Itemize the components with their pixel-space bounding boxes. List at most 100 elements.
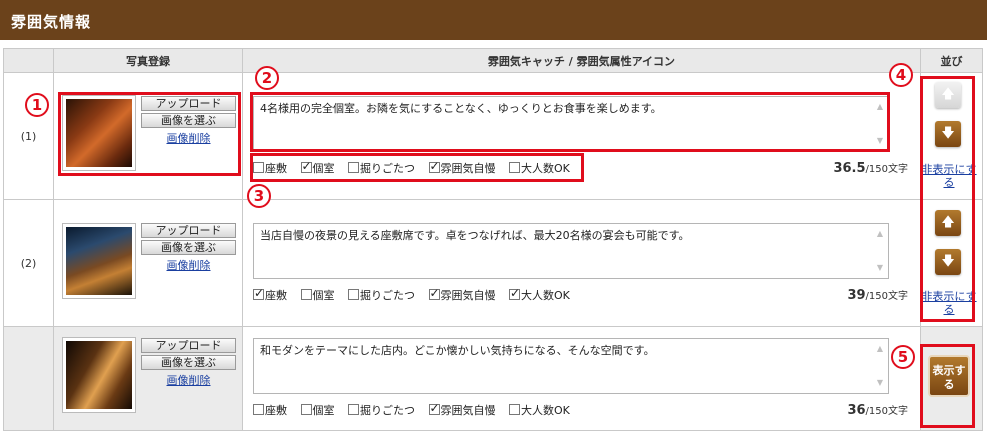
checkbox-box [428, 286, 440, 300]
column-header-catch: 雰囲気キャッチ / 雰囲気属性アイコン [242, 48, 921, 73]
photo-actions: アップロード 画像を選ぶ 画像削除 [141, 96, 236, 146]
checkbox-horigotatsu[interactable]: 掘りごたつ [348, 287, 415, 303]
checkbox-dai-ninzu[interactable]: 大人数OK [509, 286, 570, 303]
japanese-modern-interior-photo [66, 341, 132, 409]
show-button[interactable]: 表示する [928, 355, 970, 397]
order-cell: 表示する [920, 326, 983, 431]
checkbox-fun-iki-jiman[interactable]: 雰囲気自慢 [428, 286, 496, 303]
textarea-scrollbar[interactable]: ▲ ▼ [873, 225, 887, 277]
upload-button[interactable]: アップロード [141, 96, 236, 111]
checkbox-koshitsu[interactable]: 個室 [300, 402, 335, 418]
checkbox-box [253, 162, 264, 173]
scroll-down-icon: ▼ [876, 136, 884, 145]
move-up-button[interactable]: 🡅 [935, 210, 961, 236]
textarea-scrollbar[interactable]: ▲ ▼ [873, 98, 887, 150]
catch-textarea[interactable]: 4名様用の完全個室。お隣を気にすることなく、ゆっくりとお食事を楽しめます。 ▲ ▼ [253, 96, 889, 152]
char-count: 36/150文字 [847, 403, 908, 418]
checkbox-box [253, 404, 264, 415]
column-header-photo: 写真登録 [53, 48, 243, 73]
checkbox-box [300, 289, 312, 300]
annotation-badge: 1 [25, 93, 49, 117]
table-header-row: 写真登録 雰囲気キャッチ / 雰囲気属性アイコン 並び [3, 48, 983, 73]
photo-cell: アップロード 画像を選ぶ 画像削除 [53, 326, 243, 431]
order-cell: 🡅 🡇 非表示にする [920, 72, 983, 200]
hide-link[interactable]: 非表示にする [921, 290, 977, 316]
arrow-up-icon: 🡅 [941, 215, 955, 230]
scroll-down-icon: ▼ [876, 263, 884, 272]
move-down-button[interactable]: 🡇 [935, 249, 961, 275]
scroll-up-icon: ▲ [876, 102, 884, 111]
checkbox-zashiki[interactable]: 座敷 [253, 160, 287, 176]
table-row: (2) アップロード 画像を選ぶ 画像削除 当店自慢の夜景の見える座敷席です。卓… [3, 199, 983, 327]
catch-text: 4名様用の完全個室。お隣を気にすることなく、ゆっくりとお食事を楽しめます。 [260, 102, 662, 115]
checkbox-fun-iki-jiman[interactable]: 雰囲気自慢 [428, 159, 496, 176]
choose-image-button[interactable]: 画像を選ぶ [141, 113, 236, 128]
catch-cell: 当店自慢の夜景の見える座敷席です。卓をつなげれば、最大20名様の宴会も可能です。… [242, 199, 921, 327]
photo-actions: アップロード 画像を選ぶ 画像削除 [141, 223, 236, 273]
checkbox-box [509, 404, 520, 415]
checkbox-horigotatsu[interactable]: 掘りごたつ [348, 160, 415, 176]
section-header: 雰囲気情報 [0, 0, 987, 40]
checkbox-box [509, 286, 520, 300]
catch-cell: 4名様用の完全個室。お隣を気にすることなく、ゆっくりとお食事を楽しめます。 ▲ ▼… [242, 72, 921, 200]
checkbox-box [348, 162, 359, 173]
catch-cell: 和モダンをテーマにした店内。どこか懐かしい気持ちになる、そんな空間です。 ▲ ▼ … [242, 326, 921, 431]
row-number [3, 326, 54, 431]
checkbox-box [348, 404, 359, 415]
column-header-number [3, 48, 54, 73]
scroll-down-icon: ▼ [876, 378, 884, 387]
catch-textarea[interactable]: 和モダンをテーマにした店内。どこか懐かしい気持ちになる、そんな空間です。 ▲ ▼ [253, 338, 889, 394]
checkbox-box [428, 159, 440, 173]
photo-cell: アップロード 画像を選ぶ 画像削除 [53, 72, 243, 200]
delete-image-link[interactable]: 画像削除 [141, 257, 236, 273]
table-row: アップロード 画像を選ぶ 画像削除 和モダンをテーマにした店内。どこか懐かしい気… [3, 326, 983, 431]
checkbox-box [300, 159, 312, 173]
atmosphere-table: 写真登録 雰囲気キャッチ / 雰囲気属性アイコン 並び (1) アップロード 画… [3, 48, 983, 431]
checkbox-koshitsu[interactable]: 個室 [300, 159, 335, 176]
checkbox-box [300, 404, 312, 415]
section-title: 雰囲気情報 [11, 13, 92, 31]
private-room-photo [66, 99, 132, 167]
textarea-scrollbar[interactable]: ▲ ▼ [873, 340, 887, 392]
attribute-checkboxes: 座敷 個室 掘りごたつ 雰囲気自慢 大人数OK [253, 401, 580, 418]
upload-button[interactable]: アップロード [141, 223, 236, 238]
arrow-down-icon: 🡇 [941, 126, 955, 141]
checkbox-fun-iki-jiman[interactable]: 雰囲気自慢 [428, 401, 496, 418]
checkbox-box [253, 286, 264, 300]
choose-image-button[interactable]: 画像を選ぶ [141, 355, 236, 370]
photo-thumbnail [62, 223, 136, 299]
checkbox-koshitsu[interactable]: 個室 [300, 287, 335, 303]
checkbox-box [348, 289, 359, 300]
annotation-badge: 2 [255, 66, 279, 90]
attribute-checkboxes: 座敷 個室 掘りごたつ 雰囲気自慢 大人数OK [253, 286, 580, 303]
annotation-badge: 3 [247, 184, 271, 208]
catch-text: 和モダンをテーマにした店内。どこか懐かしい気持ちになる、そんな空間です。 [260, 344, 655, 357]
scroll-up-icon: ▲ [876, 344, 884, 353]
photo-actions: アップロード 画像を選ぶ 画像削除 [141, 338, 236, 388]
checkbox-dai-ninzu[interactable]: 大人数OK [509, 160, 570, 176]
checkbox-zashiki[interactable]: 座敷 [253, 402, 287, 418]
arrow-down-icon: 🡇 [941, 254, 955, 269]
checkbox-box [428, 401, 440, 415]
photo-thumbnail [62, 337, 136, 413]
annotation-badge: 5 [891, 345, 915, 369]
checkbox-dai-ninzu[interactable]: 大人数OK [509, 402, 570, 418]
hide-link[interactable]: 非表示にする [921, 163, 977, 189]
catch-text: 当店自慢の夜景の見える座敷席です。卓をつなげれば、最大20名様の宴会も可能です。 [260, 229, 690, 242]
move-down-button[interactable]: 🡇 [935, 121, 961, 147]
attribute-checkboxes: 座敷 個室 掘りごたつ 雰囲気自慢 大人数OK [253, 159, 580, 176]
upload-button[interactable]: アップロード [141, 338, 236, 353]
photo-thumbnail [62, 95, 136, 171]
row-number: (2) [3, 199, 54, 327]
char-count: 36.5/150文字 [833, 161, 908, 176]
checkbox-horigotatsu[interactable]: 掘りごたつ [348, 402, 415, 418]
move-up-button[interactable]: 🡅 [935, 82, 961, 108]
catch-textarea[interactable]: 当店自慢の夜景の見える座敷席です。卓をつなげれば、最大20名様の宴会も可能です。… [253, 223, 889, 279]
delete-image-link[interactable]: 画像削除 [141, 130, 236, 146]
char-count: 39/150文字 [847, 288, 908, 303]
night-view-seating-photo [66, 227, 132, 295]
checkbox-zashiki[interactable]: 座敷 [253, 286, 287, 303]
choose-image-button[interactable]: 画像を選ぶ [141, 240, 236, 255]
delete-image-link[interactable]: 画像削除 [141, 372, 236, 388]
arrow-up-icon: 🡅 [941, 87, 955, 102]
